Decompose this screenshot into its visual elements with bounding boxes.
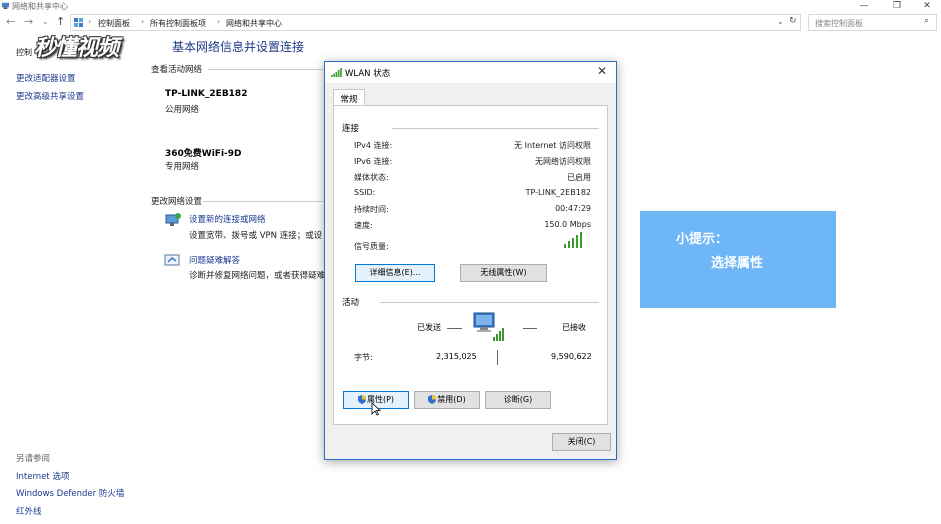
network-computers-icon (473, 312, 504, 341)
firewall-link[interactable]: Windows Defender 防火墙 (16, 487, 124, 499)
see-also-header: 另请参阅 (16, 454, 51, 464)
up-arrow-icon[interactable]: ↑ (56, 15, 65, 28)
recent-dropdown-icon[interactable]: ⌄ (42, 17, 49, 26)
ipv4-label: IPv4 连接: (354, 141, 393, 150)
bytes-label: 字节: (354, 353, 373, 362)
received-label: 已接收 (562, 323, 586, 332)
ssid-value: TP-LINK_2EB182 (525, 188, 591, 197)
signal-quality-label: 信号质量: (354, 242, 389, 251)
signal-strength-icon (564, 232, 586, 248)
window-titlebar: 网络和共享中心 — ❐ ✕ (0, 0, 941, 13)
back-arrow-icon[interactable]: ← (6, 15, 15, 28)
breadcrumb-separator: › (217, 17, 221, 26)
mouse-cursor-icon (371, 402, 381, 416)
network-type[interactable]: 专用网络 (165, 160, 199, 172)
duration-value: 00:47:29 (555, 204, 591, 213)
wlan-status-dialog: WLAN 状态 ✕ 常规 连接 IPv4 连接: 无 Internet 访问权限… (324, 61, 617, 460)
dialog-titlebar[interactable]: WLAN 状态 ✕ (325, 62, 616, 83)
close-window-button[interactable]: ✕ (913, 0, 941, 12)
tab-general-label: 常规 (340, 95, 358, 105)
received-line (523, 328, 537, 329)
bytes-divider (497, 350, 498, 365)
uac-shield-icon (428, 395, 437, 404)
media-state-label: 媒体状态: (354, 173, 389, 182)
troubleshoot-link[interactable]: 问题疑难解答 (189, 254, 240, 266)
troubleshoot-desc: 诊断并修复网络问题，或者获得疑难 (189, 271, 326, 281)
troubleshoot-icon (164, 254, 180, 266)
internet-options-link[interactable]: Internet 选项 (16, 470, 69, 482)
signal-bar (580, 232, 582, 248)
breadcrumb-separator: › (88, 17, 92, 26)
activity-group-header: 活动 (342, 298, 360, 308)
network-name: TP-LINK_2EB182 (165, 89, 248, 99)
ipv4-value: 无 Internet 访问权限 (514, 141, 591, 150)
watermark-logo: 秒懂视频 (34, 36, 119, 61)
bytes-received-value: 9,590,622 (551, 352, 592, 361)
bytes-sent-value: 2,315,025 (436, 352, 477, 361)
speed-label: 速度: (354, 221, 373, 230)
refresh-icon[interactable]: ↻ (789, 16, 797, 26)
section-divider (208, 69, 323, 70)
infrared-link[interactable]: 红外线 (16, 505, 42, 517)
signal-bar (564, 244, 566, 248)
media-state-value: 已启用 (567, 173, 591, 182)
ipv6-value: 无网络访问权限 (535, 157, 591, 166)
address-bar[interactable]: › 控制面板 › 所有控制面板项 › 网络和共享中心 ⌄ ↻ (70, 14, 801, 31)
duration-label: 持续时间: (354, 205, 389, 214)
uac-shield-icon (357, 395, 366, 404)
network-name: 360免费WiFi-9D (165, 149, 242, 159)
group-divider (392, 128, 599, 129)
control-panel-home-link[interactable]: 控制 (16, 47, 32, 58)
section-divider (203, 201, 323, 202)
signal-bar (576, 235, 578, 248)
tab-general[interactable]: 常规 (333, 89, 365, 106)
tip-heading: 小提示： (676, 232, 729, 247)
sent-line (447, 328, 462, 329)
address-dropdown-icon[interactable]: ⌄ (777, 17, 784, 26)
tip-box: 小提示： 选择属性 (640, 211, 836, 308)
minimize-button[interactable]: — (850, 0, 878, 12)
forward-arrow-icon[interactable]: → (24, 15, 33, 28)
setup-connection-desc: 设置宽带、拨号或 VPN 连接；或设 (189, 231, 323, 241)
disable-button[interactable]: 禁用(D) (414, 391, 480, 409)
change-settings-header: 更改网络设置 (151, 197, 203, 207)
change-adapter-settings-link[interactable]: 更改适配器设置 (16, 72, 76, 84)
diagnose-button[interactable]: 诊断(G) (485, 391, 551, 409)
ipv6-label: IPv6 连接: (354, 157, 393, 166)
disable-label: 禁用(D) (437, 395, 466, 404)
control-panel-icon (74, 18, 83, 27)
search-box[interactable]: 搜索控制面板 ⌕ (808, 14, 937, 31)
wifi-signal-icon (331, 68, 342, 77)
general-panel: 连接 IPv4 连接: 无 Internet 访问权限 IPv6 连接: 无网络… (333, 105, 608, 425)
breadcrumb-network-center[interactable]: 网络和共享中心 (226, 18, 282, 29)
change-advanced-sharing-link[interactable]: 更改高级共享设置 (16, 90, 84, 102)
connection-group-header: 连接 (342, 124, 360, 134)
wireless-properties-button[interactable]: 无线属性(W) (460, 264, 547, 282)
dialog-close-icon[interactable]: ✕ (597, 64, 607, 78)
search-placeholder: 搜索控制面板 (815, 19, 863, 28)
breadcrumb-all-items[interactable]: 所有控制面板项 (150, 18, 206, 29)
maximize-button[interactable]: ❐ (883, 0, 911, 12)
network-type[interactable]: 公用网络 (165, 103, 199, 115)
sent-label: 已发送 (417, 323, 441, 332)
page-title: 基本网络信息并设置连接 (172, 40, 305, 54)
group-divider (380, 302, 599, 303)
window-title: 网络和共享中心 (12, 2, 68, 11)
ssid-label: SSID: (354, 188, 376, 197)
dialog-title: WLAN 状态 (345, 69, 391, 79)
breadcrumb-separator: › (141, 17, 145, 26)
search-icon[interactable]: ⌕ (924, 16, 929, 26)
close-button[interactable]: 关闭(C) (552, 433, 611, 451)
signal-bar (568, 241, 570, 248)
active-networks-header: 查看活动网络 (151, 65, 203, 75)
setup-connection-link[interactable]: 设置新的连接或网络 (189, 213, 266, 225)
speed-value: 150.0 Mbps (544, 220, 591, 229)
network-icon (1, 2, 10, 10)
tip-body: 选择属性 (711, 256, 764, 271)
signal-bar (572, 238, 574, 248)
details-button[interactable]: 详细信息(E)... (355, 264, 435, 282)
breadcrumb-control-panel[interactable]: 控制面板 (98, 18, 130, 29)
new-connection-icon (165, 213, 181, 226)
